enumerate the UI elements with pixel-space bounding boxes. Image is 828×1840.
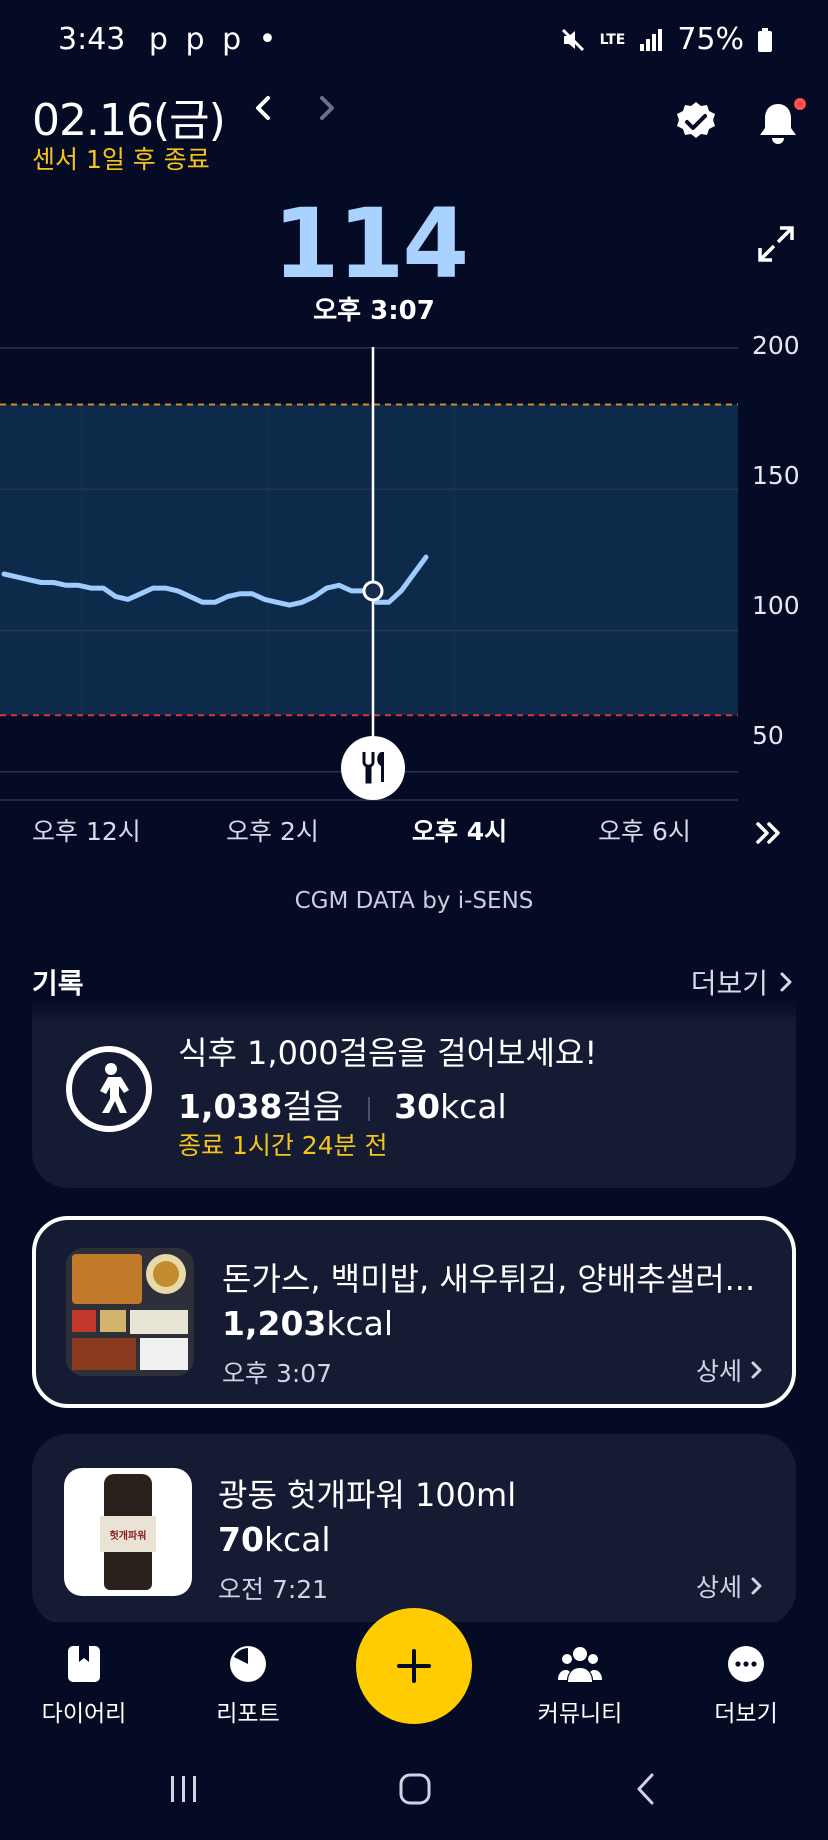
steps-unit: 걸음 <box>282 1087 344 1126</box>
meal-detail-link[interactable]: 상세 <box>696 1352 764 1388</box>
meal-kcal: 70kcal <box>218 1520 331 1559</box>
y-tick-label: 150 <box>752 461 800 490</box>
scroll-fade <box>32 1000 796 1024</box>
nav-more[interactable]: 더보기 <box>676 1644 816 1728</box>
status-indicators: LTE 75% <box>560 22 772 57</box>
glucose-time: 오후 3:07 <box>313 296 435 326</box>
nav-label: 리포트 <box>216 1701 280 1727</box>
meal-kcal: 1,203kcal <box>222 1304 393 1343</box>
glucose-chart[interactable] <box>0 330 828 810</box>
more-link-label: 더보기 <box>690 967 768 1000</box>
activity-card[interactable]: 식후 1,000걸음을 걸어보세요! 1,038걸음 30kcal 종료 1시간… <box>32 1000 796 1188</box>
nav-label: 다이어리 <box>41 1701 127 1727</box>
people-icon <box>558 1647 602 1682</box>
nav-diary[interactable]: 다이어리 <box>14 1644 154 1728</box>
back-icon[interactable] <box>634 1772 658 1806</box>
bell-icon <box>760 104 796 144</box>
detail-label: 상세 <box>695 1573 742 1602</box>
more-dots-icon <box>728 1646 764 1682</box>
meal-card[interactable]: 헛개파워 광동 헛개파워 100ml 70kcal 오전 7:21 상세 <box>32 1434 796 1626</box>
chevron-left-icon[interactable] <box>244 88 284 128</box>
nav-community[interactable]: 커뮤니티 <box>510 1644 650 1728</box>
meal-photo <box>66 1248 194 1376</box>
pie-chart-icon <box>230 1646 266 1682</box>
meal-title: 광동 헛개파워 100ml <box>218 1476 517 1514</box>
double-chevron-right-icon[interactable] <box>754 818 784 848</box>
battery-percent: 75% <box>677 22 744 57</box>
meal-kcal-value: 70 <box>218 1520 264 1559</box>
lte-icon: LTE <box>599 31 626 48</box>
notification-button[interactable] <box>756 98 806 150</box>
chevron-right-icon <box>780 972 792 992</box>
nav-label: 더보기 <box>714 1701 778 1727</box>
meal-time: 오전 7:21 <box>218 1575 329 1604</box>
x-tick-label: 오후 2시 <box>226 817 319 846</box>
add-record-button[interactable] <box>356 1608 472 1724</box>
walking-person-icon <box>66 1046 152 1132</box>
glucose-value: 114 <box>272 188 469 300</box>
y-tick-label: 50 <box>752 721 784 750</box>
signal-icon <box>640 28 663 51</box>
meal-detail-link[interactable]: 상세 <box>696 1568 764 1604</box>
notification-dot <box>794 98 806 110</box>
x-tick-label: 오후 12시 <box>32 817 141 846</box>
meal-card[interactable]: 돈가스, 백미밥, 새우튀김, 양배추샐러... 1,203kcal 오후 3:… <box>32 1216 796 1408</box>
y-tick-label: 200 <box>752 331 800 360</box>
sensor-expiry-note: 센서 1일 후 종료 <box>32 145 210 174</box>
plus-icon <box>397 1649 431 1683</box>
bottle-shape: 헛개파워 <box>100 1474 156 1590</box>
activity-kcal-unit: kcal <box>440 1087 507 1126</box>
meal-kcal-unit: kcal <box>263 1520 331 1559</box>
battery-icon <box>758 27 772 52</box>
status-time: 3:43 p p p • <box>58 22 281 57</box>
records-more-link[interactable]: 더보기 <box>691 962 794 1002</box>
activity-stats: 1,038걸음 30kcal <box>178 1080 507 1128</box>
records-title: 기록 <box>32 967 84 1000</box>
expand-icon[interactable] <box>754 222 798 266</box>
verified-badge-icon[interactable] <box>674 100 718 144</box>
steps-value: 1,038 <box>178 1087 283 1126</box>
book-icon <box>68 1646 100 1682</box>
notification-icons: p p p • <box>148 22 281 57</box>
meal-kcal-unit: kcal <box>326 1304 394 1343</box>
x-tick-label: 오후 4시 <box>412 817 508 846</box>
divider <box>367 1096 370 1121</box>
bottle-label: 헛개파워 <box>100 1516 156 1552</box>
chevron-right-icon <box>751 1577 762 1595</box>
nav-label: 커뮤니티 <box>537 1701 623 1727</box>
meal-photo: 헛개파워 <box>64 1468 192 1596</box>
product-label-text: 헛개파워 <box>109 1530 147 1542</box>
target-range-band <box>0 404 738 716</box>
selected-point <box>362 580 384 602</box>
meal-time: 오후 3:07 <box>222 1359 333 1388</box>
chevron-right-icon <box>751 1361 762 1379</box>
activity-kcal-value: 30 <box>394 1087 441 1126</box>
activity-ends: 종료 1시간 24분 전 <box>178 1131 388 1160</box>
recent-apps-icon[interactable] <box>168 1774 200 1804</box>
meal-kcal-value: 1,203 <box>222 1304 327 1343</box>
date-title: 02.16(금) <box>32 95 226 146</box>
data-credit: CGM DATA by i-SENS <box>294 888 534 914</box>
meal-marker <box>341 736 405 800</box>
nav-report[interactable]: 리포트 <box>178 1644 318 1728</box>
mute-icon <box>561 28 584 51</box>
detail-label: 상세 <box>695 1357 742 1386</box>
x-tick-label: 오후 6시 <box>598 817 691 846</box>
meal-title: 돈가스, 백미밥, 새우튀김, 양배추샐러... <box>222 1260 756 1298</box>
home-icon[interactable] <box>398 1772 432 1806</box>
chevron-right-icon[interactable] <box>306 88 346 128</box>
activity-title: 식후 1,000걸음을 걸어보세요! <box>178 1034 598 1072</box>
y-tick-label: 100 <box>752 591 800 620</box>
